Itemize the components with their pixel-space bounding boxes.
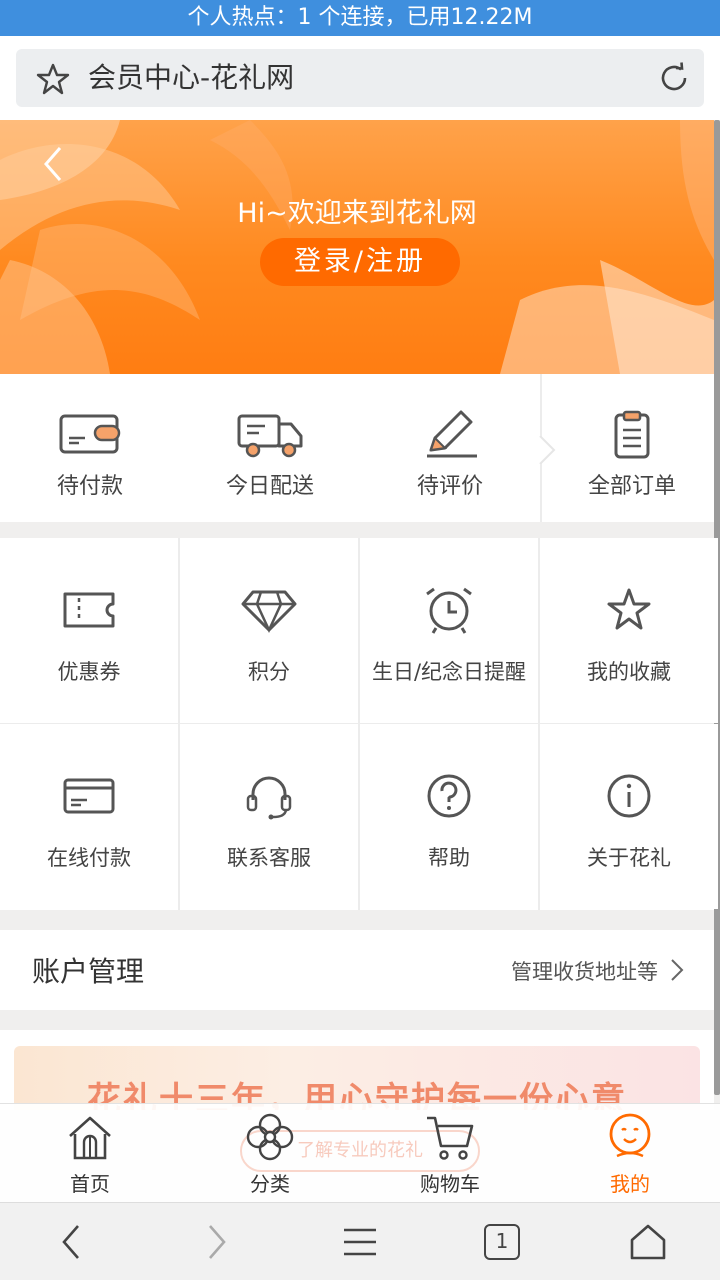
grid-item-label: 积分: [248, 660, 290, 684]
grid-item-label: 联系客服: [227, 846, 311, 870]
order-all[interactable]: 全部订单: [542, 374, 720, 522]
pen-icon: [427, 410, 477, 458]
tab-label: 购物车: [420, 1172, 480, 1196]
tab-mine[interactable]: 我的: [540, 1104, 720, 1203]
grid-item-label: 关于花礼: [587, 846, 671, 870]
grid-item-label: 我的收藏: [587, 660, 671, 684]
reload-icon[interactable]: [656, 60, 692, 96]
address-box[interactable]: 会员中心-花礼网: [16, 49, 704, 107]
tab-category[interactable]: 分类: [180, 1104, 360, 1203]
grid-item-about[interactable]: 关于花礼: [540, 724, 718, 909]
grid-item-label: 生日/纪念日提醒: [371, 660, 527, 684]
chevron-right-icon: [671, 959, 684, 981]
tab-home[interactable]: 首页: [0, 1104, 180, 1203]
tab-label: 首页: [70, 1172, 110, 1196]
order-pending-payment[interactable]: 待付款: [0, 374, 180, 522]
order-label: 待评价: [416, 474, 483, 499]
page-title: 会员中心-花礼网: [88, 61, 295, 94]
order-label: 全部订单: [587, 474, 676, 499]
menu-icon[interactable]: [340, 1222, 380, 1262]
order-today-delivery[interactable]: 今日配送: [180, 374, 360, 522]
home-icon: [69, 1116, 111, 1160]
account-management-row[interactable]: 账户管理 管理收货地址等: [0, 930, 714, 1010]
smiley-icon: [609, 1113, 651, 1158]
welcome-text: Hi~欢迎来到花礼网: [237, 198, 477, 229]
tab-label: 我的: [610, 1172, 650, 1196]
grid-item-customer-service[interactable]: 联系客服: [180, 724, 358, 909]
home-icon[interactable]: [628, 1222, 668, 1262]
feature-grid: 优惠券 积分 生日/纪念日提醒 我的收藏 在线付款 联系客服 帮助 关于花礼: [0, 538, 718, 910]
grid-item-online-payment[interactable]: 在线付款: [0, 724, 178, 909]
forward-icon[interactable]: [196, 1222, 236, 1262]
flower-icon: [246, 1113, 294, 1161]
cart-icon: [427, 1116, 474, 1160]
clipboard-icon: [614, 410, 650, 459]
browser-nav-bar: 1: [0, 1202, 720, 1280]
star-icon: [607, 588, 651, 630]
order-status-row: 待付款 今日配送 待评价 全部订单: [0, 374, 714, 522]
tab-label: 分类: [250, 1172, 290, 1196]
grid-item-reminder[interactable]: 生日/纪念日提醒: [360, 538, 538, 723]
order-label: 今日配送: [225, 474, 314, 499]
wallet-icon: [59, 414, 121, 454]
bottom-tab-bar: 了解专业的花礼 首页 分类 购物车 我的: [0, 1103, 720, 1202]
promo-banner[interactable]: 花礼十三年，用心守护每一份心意: [0, 1030, 714, 1110]
section-title: 账户管理: [32, 955, 145, 988]
grid-item-label: 优惠券: [57, 660, 121, 684]
member-hero-banner: Hi~欢迎来到花礼网 登录/注册: [0, 120, 714, 374]
grid-item-favorites[interactable]: 我的收藏: [540, 538, 718, 723]
question-icon: [427, 774, 471, 818]
status-text: 个人热点：1 个连接，已用12.22M: [187, 5, 533, 30]
back-icon[interactable]: [52, 1222, 92, 1262]
section-subtitle: 管理收货地址等: [511, 960, 658, 984]
grid-item-label: 帮助: [428, 846, 470, 870]
browser-address-bar: 会员中心-花礼网: [0, 36, 720, 120]
back-icon[interactable]: [38, 144, 68, 184]
tab-cart[interactable]: 购物车: [360, 1104, 540, 1203]
coupon-icon: [63, 592, 115, 628]
headset-icon: [246, 776, 292, 820]
grid-item-points[interactable]: 积分: [180, 538, 358, 723]
bookmark-star-icon[interactable]: [36, 62, 70, 96]
order-pending-review[interactable]: 待评价: [360, 374, 540, 522]
diamond-icon: [241, 590, 297, 633]
tabs-count-button[interactable]: 1: [484, 1224, 520, 1260]
info-icon: [607, 774, 651, 818]
alarm-clock-icon: [426, 587, 472, 634]
tab-count: 1: [495, 1229, 509, 1253]
grid-item-label: 在线付款: [47, 846, 131, 870]
grid-item-coupons[interactable]: 优惠券: [0, 538, 178, 723]
system-status-bar: 个人热点：1 个连接，已用12.22M: [0, 0, 720, 36]
grid-item-help[interactable]: 帮助: [360, 724, 538, 909]
card-icon: [63, 778, 115, 814]
login-register-button[interactable]: 登录/注册: [260, 238, 460, 286]
order-label: 待付款: [56, 474, 123, 499]
truck-icon: [237, 414, 303, 458]
